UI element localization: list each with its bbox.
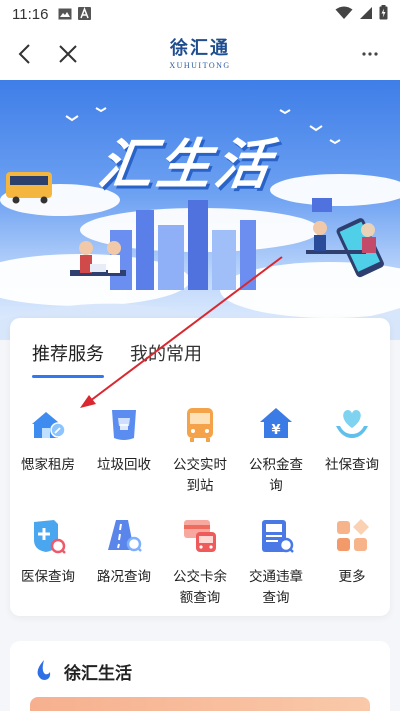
transit-card-icon (184, 520, 216, 552)
service-garbage-recycling[interactable]: 垃圾回收 (86, 404, 162, 476)
section-banner[interactable] (30, 697, 370, 711)
tab-my-frequent[interactable]: 我的常用 (130, 340, 202, 376)
service-label: 更多 (338, 569, 366, 585)
services-card: 推荐服务 我的常用 愢家租房 垃圾回收 公交实时 到站 ¥ 公积金查 询 社保查… (10, 318, 390, 616)
battery-icon (379, 4, 388, 24)
xuhui-life-section: 徐汇生活 (10, 641, 390, 711)
more-dots-icon (362, 52, 378, 56)
flame-drop-icon (34, 659, 52, 685)
back-button[interactable] (2, 32, 46, 76)
service-label: 愢家租房 (21, 457, 75, 473)
service-transit-card-balance[interactable]: 公交卡余 额查询 (162, 516, 238, 609)
housing-fund-icon: ¥ (260, 408, 292, 438)
service-more[interactable]: 更多 (314, 516, 390, 588)
medical-shield-icon (34, 520, 66, 554)
service-social-security[interactable]: 社保查询 (314, 404, 390, 476)
top-nav-bar: 徐汇通 XUHUITONG (0, 28, 400, 80)
traffic-fine-icon (262, 520, 294, 553)
hero-illustration (0, 107, 400, 340)
service-traffic-violation[interactable]: 交通违章 查询 (238, 516, 314, 609)
bus-icon (187, 408, 213, 442)
gallery-icon (58, 5, 72, 24)
hero-banner[interactable]: 汇生活 (0, 80, 400, 340)
house-key-icon (32, 412, 66, 438)
more-grid-icon (337, 519, 369, 551)
tab-recommended[interactable]: 推荐服务 (32, 340, 104, 378)
close-icon (59, 45, 77, 63)
signal-icon (359, 5, 373, 24)
more-menu-button[interactable] (348, 32, 392, 76)
service-tabs: 推荐服务 我的常用 (32, 340, 202, 378)
service-medical-insurance[interactable]: 医保查询 (10, 516, 86, 588)
service-label-line2: 查询 (262, 590, 290, 606)
road-search-icon (108, 520, 142, 552)
service-label: 社保查询 (325, 457, 379, 473)
service-rental-housing[interactable]: 愢家租房 (10, 404, 86, 476)
trash-bin-icon (112, 410, 136, 440)
close-button[interactable] (46, 32, 90, 76)
service-label-line2: 到站 (186, 478, 214, 494)
status-bar: 11:16 (0, 0, 400, 28)
service-label-line2: 额查询 (179, 590, 221, 606)
wifi-icon (335, 5, 353, 24)
service-label-line1: 公交实时 (173, 457, 227, 473)
service-road-conditions[interactable]: 路况查询 (86, 516, 162, 588)
text-a-icon (78, 5, 92, 24)
section-title: 徐汇生活 (64, 664, 132, 684)
heart-hands-icon (336, 410, 368, 438)
service-label: 医保查询 (21, 569, 75, 585)
hero-title: 汇生活 (94, 133, 278, 196)
service-bus-arrival[interactable]: 公交实时 到站 (162, 404, 238, 497)
status-time: 11:16 (12, 5, 49, 23)
svg-text:¥: ¥ (271, 423, 280, 438)
chevron-left-icon (18, 44, 30, 64)
service-label-line2: 询 (269, 478, 283, 494)
service-label: 路况查询 (97, 569, 151, 585)
service-label: 垃圾回收 (97, 457, 151, 473)
service-label-line1: 公交卡余 (173, 569, 227, 585)
service-label-line1: 交通违章 (249, 569, 303, 585)
service-label-line1: 公积金查 (249, 457, 303, 473)
service-housing-fund[interactable]: ¥ 公积金查 询 (238, 404, 314, 497)
